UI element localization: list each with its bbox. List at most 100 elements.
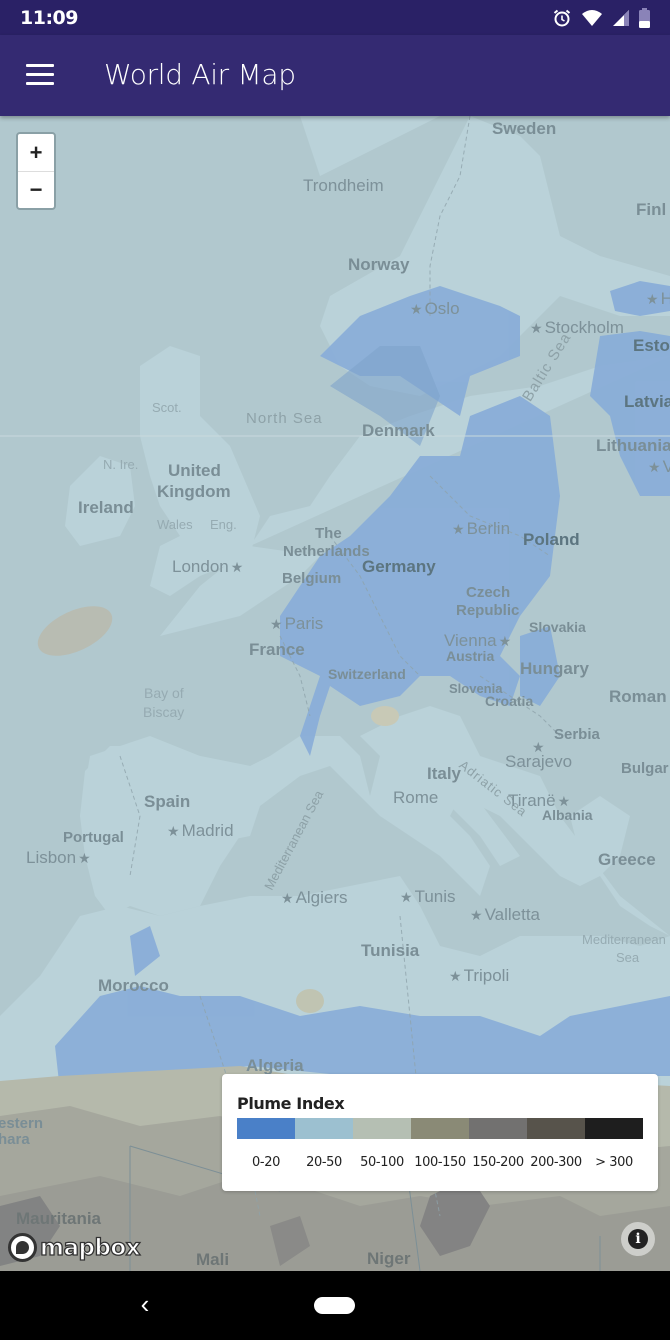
map-label-belgium: Belgium [282, 570, 342, 587]
map-label-northern-ireland: N. Ire. [103, 457, 139, 472]
mapbox-logo-icon [8, 1233, 37, 1262]
map-label-poland: Poland [523, 530, 580, 549]
map-label-mauritania: Mauritania [16, 1209, 102, 1228]
map-label-london: London [172, 558, 243, 575]
map-label-western: estern [0, 1115, 44, 1132]
plume-index-legend: Plume Index 0-20 20-50 50-100 100-150 15… [222, 1074, 658, 1191]
legend-title: Plume Index [237, 1094, 345, 1113]
map-label-croatia: Croatia [485, 693, 534, 709]
map-label-bay-of: Bay of [144, 685, 184, 701]
system-nav-bar: ‹ [0, 1271, 670, 1340]
legend-label: 20-50 [306, 1155, 342, 1170]
map-label-lithuania: Lithuania [596, 436, 670, 455]
legend-swatch-0-20 [237, 1118, 295, 1139]
legend-swatch-50-100 [353, 1118, 411, 1139]
map-label-mali: Mali [196, 1250, 230, 1269]
map-label-helsinki: H [646, 290, 670, 307]
map-label-scotland: Scot. [152, 400, 182, 415]
status-bar: 11:09 [0, 0, 670, 35]
plume-tan-atlantic [37, 606, 113, 656]
map-label-kingdom: Kingdom [157, 482, 231, 501]
map-label-bulgaria: Bulgar [621, 760, 669, 777]
map-label-lisbon: Lisbon [26, 849, 91, 866]
wifi-icon [582, 10, 602, 26]
map-label-vienna: Vienna [444, 632, 511, 649]
map-label-finland: Finl [636, 200, 667, 219]
app-bar: World Air Map [0, 35, 670, 116]
map-label-hungary: Hungary [520, 659, 589, 678]
map-label-mediterranean-east-sea: Sea [616, 950, 640, 965]
cell-signal-icon [613, 10, 629, 26]
map-label-czech: Czech [466, 584, 511, 601]
legend-swatch-150-200 [469, 1118, 527, 1139]
map-label-serbia: Serbia [554, 726, 600, 743]
home-button[interactable] [314, 1297, 355, 1314]
map-view[interactable]: + − Sweden Trondheim Finl Norway Oslo St… [0, 116, 670, 1271]
alarm-icon [553, 9, 571, 27]
status-icons [552, 7, 650, 29]
map-label-madrid: Madrid [167, 822, 234, 839]
attribution-info-button[interactable]: i [621, 1222, 655, 1256]
legend-labels: 0-20 20-50 50-100 100-150 150-200 200-30… [237, 1155, 643, 1170]
legend-color-bar [237, 1118, 643, 1139]
legend-swatch-200-300 [527, 1118, 585, 1139]
map-label-republic: Republic [456, 602, 520, 619]
map-label-france: France [249, 640, 305, 659]
map-label-latvia: Latvia [624, 392, 670, 411]
status-time: 11:09 [20, 7, 78, 29]
back-button[interactable]: ‹ [130, 1289, 160, 1319]
map-label-united: United [168, 461, 221, 480]
map-label-rome: Rome [393, 788, 439, 807]
map-label-sahara: hara [0, 1131, 30, 1148]
map-label-portugal: Portugal [63, 829, 124, 846]
map-label-tunisia: Tunisia [361, 941, 420, 960]
map-label-albania: Albania [542, 807, 593, 823]
map-label-sarajevo: Sarajevo [505, 752, 573, 771]
hamburger-menu-icon[interactable] [22, 59, 58, 91]
map-label-algiers: Algiers [281, 889, 348, 906]
legend-label: 0-20 [252, 1155, 280, 1170]
map-label-norway: Norway [348, 255, 410, 274]
map-label-tunis: Tunis [400, 888, 456, 905]
legend-swatch-20-50 [295, 1118, 353, 1139]
map-label-the: The [315, 525, 342, 542]
info-icon: i [628, 1229, 648, 1249]
mapbox-logo[interactable]: mapbox [8, 1233, 141, 1262]
map-label-netherlands: Netherlands [283, 543, 370, 560]
map-label-valletta: Valletta [470, 906, 540, 923]
map-label-sweden: Sweden [492, 119, 557, 138]
map-label-slovakia: Slovakia [529, 619, 586, 635]
map-label-oslo: Oslo [410, 300, 460, 317]
map-label-morocco: Morocco [98, 976, 169, 995]
map-label-trondheim: Trondheim [303, 176, 384, 195]
map-label-greece: Greece [598, 850, 656, 869]
mapbox-logo-text: mapbox [39, 1234, 141, 1261]
map-label-north-sea: North Sea [246, 410, 323, 427]
zoom-out-button[interactable]: − [18, 171, 54, 208]
map-label-estonia: Esto [633, 336, 670, 355]
map-label-romania: Roman [609, 687, 667, 706]
legend-label: 50-100 [360, 1155, 404, 1170]
map-label-austria: Austria [446, 648, 495, 664]
map-label-ireland: Ireland [78, 498, 134, 517]
map-label-paris: Paris [270, 615, 324, 632]
legend-swatch-over-300 [585, 1118, 643, 1139]
map-label-switzerland: Switzerland [328, 666, 406, 682]
map-label-vilnius: V [648, 458, 670, 475]
app-title: World Air Map [104, 58, 296, 91]
map-label-england: Eng. [210, 517, 237, 532]
battery-icon [639, 8, 650, 28]
map-label-niger: Niger [367, 1249, 411, 1268]
map-label-tripoli: Tripoli [449, 967, 510, 984]
legend-label: 200-300 [530, 1155, 582, 1170]
legend-label: 150-200 [472, 1155, 524, 1170]
legend-label: 100-150 [414, 1155, 466, 1170]
map-label-spain: Spain [144, 792, 191, 811]
map-label-berlin: Berlin [452, 520, 510, 537]
map-label-algeria: Algeria [246, 1056, 304, 1075]
zoom-in-button[interactable]: + [18, 134, 54, 171]
legend-swatch-100-150 [411, 1118, 469, 1139]
map-label-biscay: Biscay [143, 704, 185, 720]
zoom-control: + − [16, 132, 56, 210]
legend-label: > 300 [595, 1155, 633, 1170]
